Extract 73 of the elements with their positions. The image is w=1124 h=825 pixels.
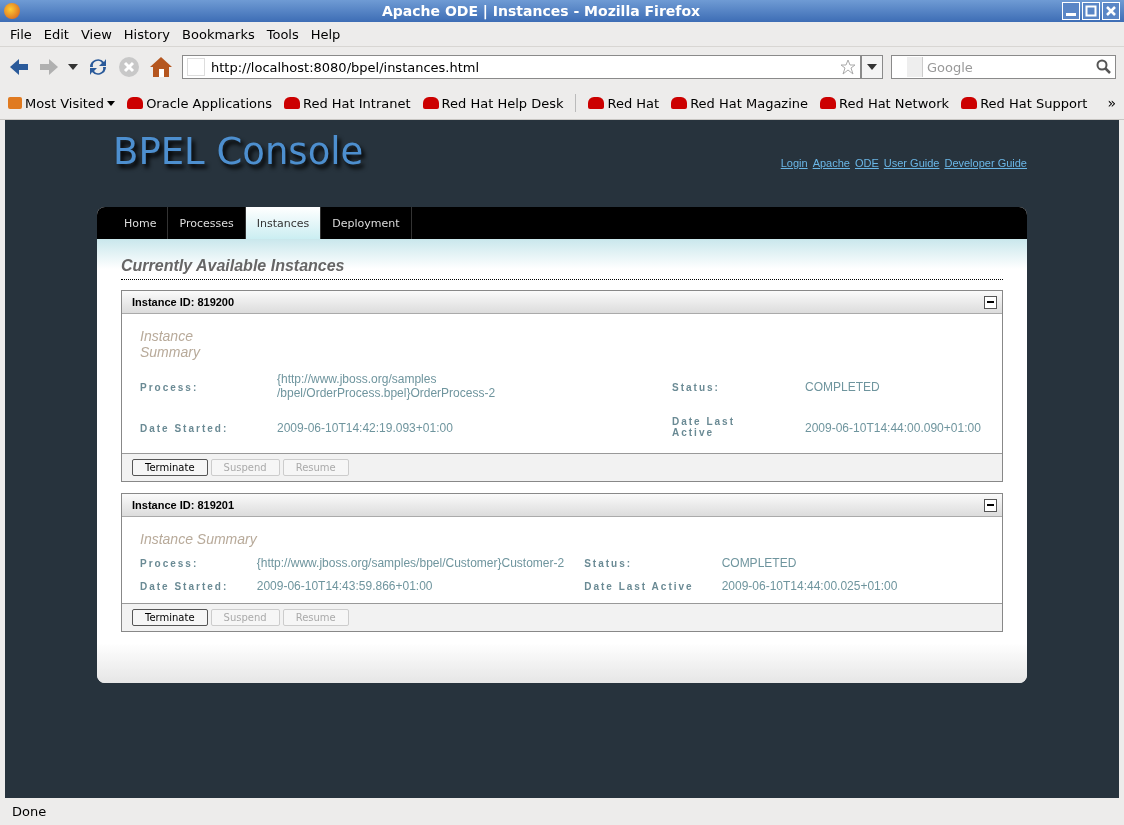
field-value: 2009-06-10T14:44:00.090+01:00 xyxy=(805,421,981,435)
action-button[interactable]: Terminate xyxy=(132,609,208,626)
bookmark-link[interactable]: Red Hat Support xyxy=(961,95,1088,111)
menu-item[interactable]: View xyxy=(74,26,118,42)
field-label: Process: xyxy=(140,558,199,569)
hat-icon xyxy=(671,97,688,109)
overflow-button[interactable]: » xyxy=(1107,95,1116,111)
field-value: 2009-06-10T14:43:59.866+01:00 xyxy=(256,579,433,593)
page-heading: Currently Available Instances xyxy=(121,257,1003,280)
logo: BPEL Console xyxy=(112,129,364,173)
field-label: Date Last Active xyxy=(672,416,736,438)
menu-item[interactable]: Edit xyxy=(37,26,75,42)
bookmark-link[interactable]: Most Visited xyxy=(8,95,116,111)
close-icon[interactable] xyxy=(1102,2,1120,20)
bookmark-link[interactable]: Red Hat Intranet xyxy=(283,95,411,111)
hat-icon xyxy=(422,97,439,109)
back-icon[interactable] xyxy=(8,57,30,77)
menu-item[interactable]: History xyxy=(117,26,177,42)
panel-title: Instance ID: 819201 xyxy=(132,499,235,511)
browser-icon xyxy=(4,3,20,19)
bookmark-link[interactable]: Red Hat Magazine xyxy=(671,95,809,111)
bookmark-link[interactable]: Oracle Applications xyxy=(127,95,272,111)
header-link[interactable]: Apache xyxy=(812,157,850,169)
search-field[interactable]: Google xyxy=(891,55,1116,79)
nav-tab[interactable]: Instances xyxy=(245,207,322,239)
collapse-button[interactable] xyxy=(984,295,997,309)
field-value: {http://www.jboss.org/samples/bpel/Customer}Customer-2 xyxy=(256,556,565,570)
header-link[interactable]: Login xyxy=(780,157,808,169)
menu-item[interactable]: File xyxy=(4,26,38,42)
field-value: COMPLETED xyxy=(721,556,797,570)
field-label: Date Last Active xyxy=(584,581,694,592)
hat-icon xyxy=(820,97,837,109)
status-text: Done xyxy=(12,804,47,819)
hat-icon xyxy=(127,97,144,109)
field-label: Date Started: xyxy=(140,581,229,592)
window-title: Apache ODE | Instances - Mozilla Firefox xyxy=(380,3,702,19)
header-link[interactable]: User Guide xyxy=(883,157,940,169)
menu-item[interactable]: Tools xyxy=(260,26,305,42)
caret-icon xyxy=(107,100,116,106)
panel-title: Instance ID: 819200 xyxy=(132,296,235,308)
hat-icon xyxy=(961,97,978,109)
history-dropdown-button[interactable] xyxy=(861,55,883,79)
section-title: Instance Summary xyxy=(140,531,257,547)
hat-icon xyxy=(588,97,605,109)
field-label: Status: xyxy=(672,381,721,393)
hat-icon xyxy=(283,97,300,109)
url-text: http://localhost:8080/bpel/instances.html xyxy=(211,59,481,75)
folder-icon xyxy=(8,97,22,109)
action-button[interactable]: Terminate xyxy=(132,459,208,476)
maximize-icon[interactable] xyxy=(1082,2,1100,20)
header-link[interactable]: Developer Guide xyxy=(944,157,1027,169)
field-label: Status: xyxy=(584,558,633,569)
caret-icon xyxy=(867,63,877,71)
field-label: Process: xyxy=(140,381,199,393)
bookmark-link[interactable]: Red Hat xyxy=(588,95,660,111)
home-icon[interactable] xyxy=(148,55,174,79)
bookmark-link[interactable]: Red Hat Help Desk xyxy=(422,95,564,111)
minimize-icon[interactable] xyxy=(1062,2,1080,20)
field-value: 2009-06-10T14:42:19.093+01:00 xyxy=(277,421,453,435)
menu-item[interactable]: Help xyxy=(304,26,347,42)
header-link[interactable]: ODE xyxy=(854,157,879,169)
field-value: {http://www.jboss.org/samples /bpel/OrderProcess.bpel}OrderProcess-2 xyxy=(277,372,496,400)
search-icon[interactable] xyxy=(1096,59,1112,75)
menu-item[interactable]: Bookmarks xyxy=(176,26,261,42)
collapse-button[interactable] xyxy=(984,498,997,512)
bookmark-link[interactable]: Red Hat Network xyxy=(820,95,950,111)
field-value: 2009-06-10T14:44:00.025+01:00 xyxy=(721,579,898,593)
address-field[interactable]: http://localhost:8080/bpel/instances.html xyxy=(182,55,861,79)
star-icon[interactable] xyxy=(840,59,856,75)
section-title: Instance Summary xyxy=(140,328,202,360)
field-label: Date Started: xyxy=(140,423,229,434)
dropdown-icon[interactable] xyxy=(68,63,78,71)
field-value: COMPLETED xyxy=(805,379,880,394)
